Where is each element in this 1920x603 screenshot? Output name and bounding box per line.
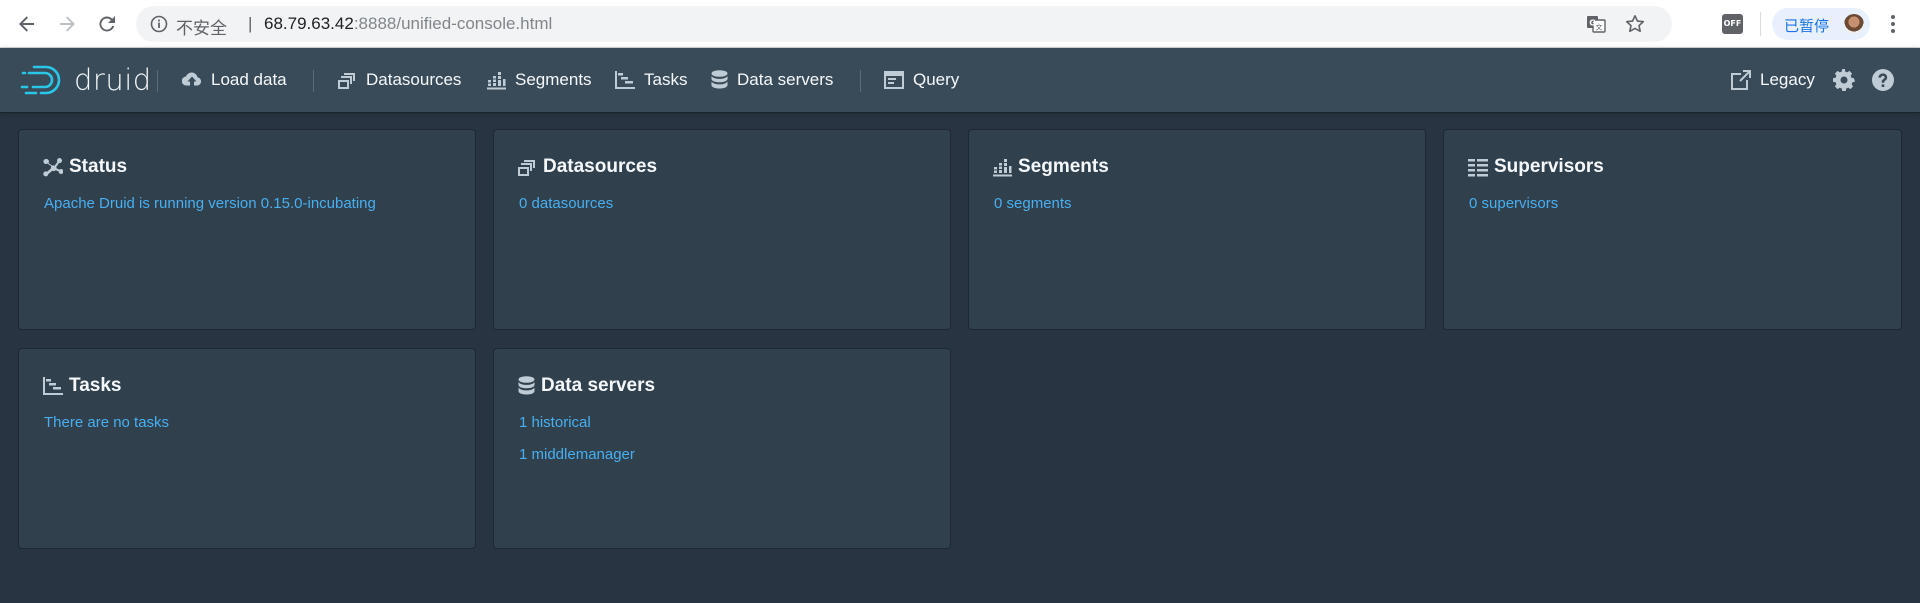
gantt-chart-icon	[43, 377, 63, 395]
card-title: Segments	[993, 156, 1109, 178]
url-host: 68.79.63.42	[264, 14, 354, 33]
logo-text: druid	[74, 63, 152, 97]
card-title-text: Data servers	[541, 375, 656, 396]
bookmark-star-icon[interactable]	[1625, 14, 1645, 34]
tasks-card[interactable]: Tasks There are no tasks	[19, 349, 475, 548]
address-bar[interactable]: 不安全 | 68.79.63.42:8888/unified-console.h…	[136, 6, 1672, 42]
supervisors-count-link[interactable]: 0 supervisors	[1469, 195, 1558, 212]
help-icon	[1872, 69, 1894, 91]
nav-label: Legacy	[1760, 70, 1815, 89]
datasources-card[interactable]: Datasources 0 datasources	[494, 130, 950, 329]
header-navbar: druid Load data Datasources Segments Tas…	[0, 48, 1920, 112]
forward-button[interactable]	[53, 10, 81, 38]
toolbar-divider	[1760, 12, 1761, 36]
reload-icon	[99, 16, 115, 32]
datasources-count-link[interactable]: 0 datasources	[519, 195, 613, 212]
multi-select-icon	[518, 159, 535, 176]
help-button[interactable]	[1872, 69, 1894, 91]
insecure-label: 不安全	[176, 19, 227, 39]
navbar-divider	[157, 70, 158, 92]
profile-status-label: 已暂停	[1784, 17, 1830, 35]
druid-logo[interactable]: druid	[20, 62, 152, 98]
card-title-text: Segments	[1018, 156, 1109, 177]
card-title: Status	[43, 156, 127, 178]
card-title-text: Tasks	[69, 375, 122, 396]
nav-data-servers-button[interactable]: Data servers	[711, 64, 833, 96]
svg-text:文: 文	[1596, 23, 1603, 32]
stacked-chart-icon	[993, 158, 1012, 176]
settings-button[interactable]	[1833, 69, 1855, 91]
nav-legacy-button[interactable]: Legacy	[1731, 64, 1815, 96]
nav-segments-button[interactable]: Segments	[487, 64, 592, 96]
cloud-upload-icon	[182, 72, 201, 86]
cog-icon	[1833, 69, 1855, 91]
share-icon	[1731, 70, 1751, 90]
stacked-chart-icon	[487, 71, 506, 89]
nav-query-button[interactable]: Query	[884, 64, 959, 96]
supervisors-card[interactable]: Supervisors 0 supervisors	[1444, 130, 1901, 329]
arrow-left-icon	[19, 16, 34, 32]
more-menu-icon[interactable]	[1889, 14, 1897, 34]
translate-icon[interactable]: G文	[1586, 15, 1606, 33]
tasks-status-link[interactable]: There are no tasks	[44, 414, 169, 431]
database-icon	[711, 70, 728, 89]
navbar-divider	[860, 70, 861, 92]
card-title-text: Supervisors	[1494, 156, 1604, 177]
druid-logo-icon	[20, 65, 61, 95]
url-separator: |	[248, 14, 253, 33]
navbar-divider	[313, 70, 314, 92]
nav-label: Load data	[211, 70, 287, 89]
nav-datasources-button[interactable]: Datasources	[338, 64, 461, 96]
info-icon[interactable]	[150, 15, 168, 33]
reload-button[interactable]	[93, 10, 121, 38]
gantt-chart-icon	[615, 71, 635, 89]
nav-label: Query	[913, 70, 960, 89]
middlemanager-count-link[interactable]: 1 middlemanager	[519, 446, 635, 463]
data-servers-card[interactable]: Data servers 1 historical 1 middlemanage…	[494, 349, 950, 548]
card-title-text: Status	[69, 156, 128, 177]
url-path: :8888/unified-console.html	[353, 14, 553, 33]
nav-label: Tasks	[644, 70, 688, 89]
card-title: Data servers	[518, 375, 655, 397]
browser-toolbar: 不安全 | 68.79.63.42:8888/unified-console.h…	[0, 0, 1920, 48]
back-button[interactable]	[13, 10, 41, 38]
list-columns-icon	[1468, 158, 1488, 176]
card-title: Tasks	[43, 375, 121, 397]
segments-count-link[interactable]: 0 segments	[994, 195, 1072, 212]
avatar	[1844, 14, 1864, 34]
nav-load-data-button[interactable]: Load data	[182, 64, 287, 96]
nav-tasks-button[interactable]: Tasks	[615, 64, 687, 96]
historical-count-link[interactable]: 1 historical	[519, 414, 591, 431]
arrow-right-icon	[60, 16, 75, 32]
status-card[interactable]: Status Apache Druid is running version 0…	[19, 130, 475, 329]
segments-card[interactable]: Segments 0 segments	[969, 130, 1425, 329]
multi-select-icon	[338, 72, 355, 89]
url-text[interactable]: 68.79.63.42:8888/unified-console.html	[264, 14, 552, 34]
graph-icon	[43, 158, 63, 177]
nav-label: Datasources	[366, 70, 462, 89]
extension-off-icon[interactable]: OFF	[1722, 14, 1743, 34]
card-title: Supervisors	[1468, 156, 1604, 178]
profile-paused-button[interactable]: 已暂停	[1772, 8, 1870, 40]
card-title: Datasources	[518, 156, 657, 178]
nav-label: Data servers	[737, 70, 834, 89]
card-title-text: Datasources	[543, 156, 658, 177]
nav-label: Segments	[515, 70, 592, 89]
application-icon	[884, 71, 904, 89]
database-icon	[518, 376, 535, 395]
status-version-link[interactable]: Apache Druid is running version 0.15.0-i…	[44, 195, 376, 212]
